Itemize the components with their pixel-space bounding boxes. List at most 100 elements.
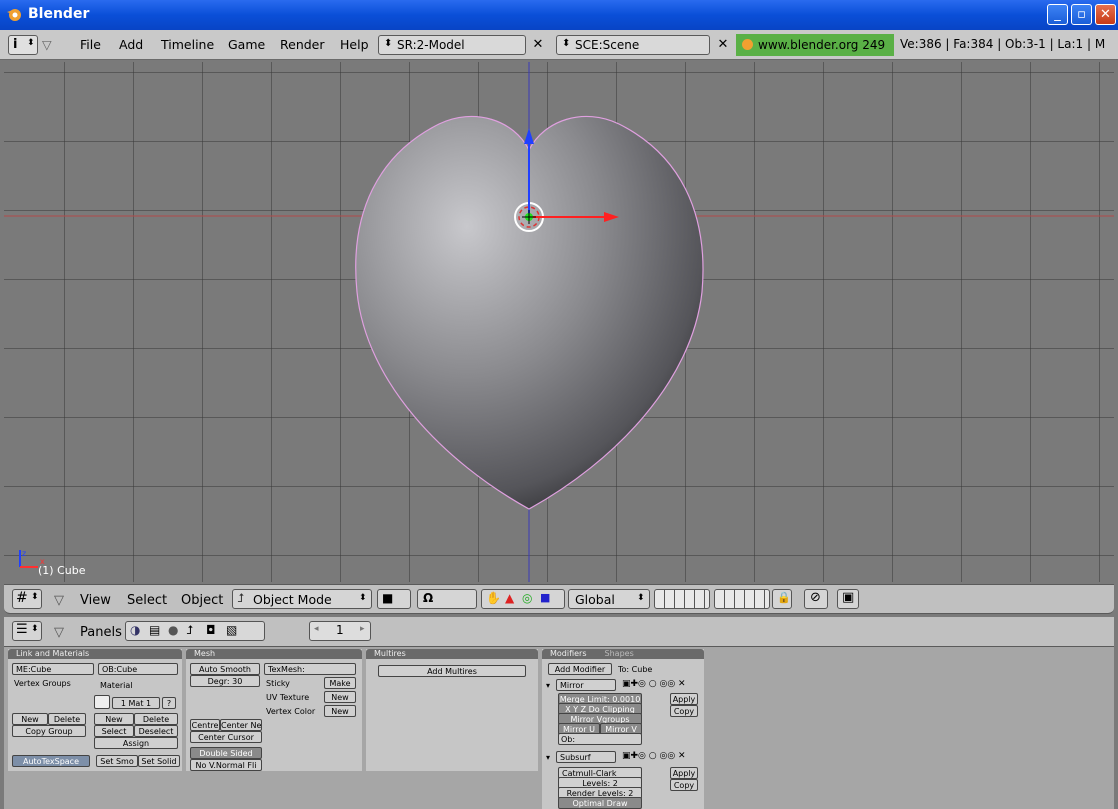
collapse-icon[interactable]: ▾ [546, 681, 550, 690]
material-query-button[interactable]: ? [162, 697, 176, 709]
scene-selector[interactable]: ⬍ SCE:Scene [556, 35, 710, 55]
render-view-button[interactable]: ▣ [837, 589, 859, 609]
material-index-field[interactable]: 1 Mat 1 [112, 697, 160, 709]
center-cursor-button[interactable]: Center Cursor [190, 731, 262, 743]
orientation-selector[interactable]: Global ⬍ [568, 589, 650, 609]
menu-select[interactable]: Select [127, 593, 167, 608]
modifier-toggles-icon[interactable]: ▣✚◎ ○ ◎◎ ✕ [622, 679, 686, 689]
3d-viewport[interactable]: z x (1) Cube [4, 62, 1114, 582]
scale-icon[interactable]: ■ [540, 591, 550, 604]
translate-icon[interactable]: ▲ [505, 591, 514, 605]
menu-help[interactable]: Help [340, 37, 369, 52]
material-select-button[interactable]: Select [94, 725, 134, 737]
mirror-copy-button[interactable]: Copy [670, 705, 698, 717]
autotexspace-toggle[interactable]: AutoTexSpace [12, 755, 90, 767]
tab-modifiers[interactable]: Modifiers [550, 649, 587, 659]
add-multires-button[interactable]: Add Multires [378, 665, 526, 677]
material-assign-button[interactable]: Assign [94, 737, 178, 749]
collapse-triangle-icon[interactable]: ▽ [54, 625, 64, 640]
uv-texture-new-button[interactable]: New [324, 691, 356, 703]
editor-type-menu[interactable]: i ⬍ [8, 35, 38, 55]
collapse-triangle-icon[interactable]: ▽ [42, 37, 52, 52]
layer-buttons-2[interactable] [714, 589, 770, 609]
decrement-icon[interactable]: ◂ [314, 624, 319, 634]
context-buttons[interactable]: ◑ ▤ ● ⮥ ◘ ▧ [125, 621, 265, 641]
increment-icon[interactable]: ▸ [360, 624, 365, 634]
delete-scene-button[interactable]: ✕ [714, 37, 732, 53]
mesh-datablock-field[interactable]: ME:Cube [12, 663, 94, 675]
tab-shapes[interactable]: Shapes [605, 649, 634, 659]
auto-smooth-toggle[interactable]: Auto Smooth [190, 663, 260, 675]
vertex-color-new-button[interactable]: New [324, 705, 356, 717]
script-icon[interactable]: ▤ [149, 623, 160, 637]
layer-buttons-1[interactable] [654, 589, 710, 609]
mirror-modifier-name[interactable]: Mirror [556, 679, 616, 691]
scene-name: SCE:Scene [575, 38, 640, 52]
window-title: Blender [28, 6, 90, 22]
centre-button[interactable]: Centre [190, 719, 220, 731]
vgroup-new-button[interactable]: New [12, 713, 48, 725]
mode-label: Object Mode [253, 592, 332, 607]
minimize-button[interactable]: _ [1047, 4, 1068, 25]
draw-type-menu[interactable]: ■ [377, 589, 411, 609]
link-button[interactable]: ⊘ [804, 589, 828, 609]
rotate-icon[interactable]: ◎ [522, 591, 532, 605]
subsurf-copy-button[interactable]: Copy [670, 779, 698, 791]
menu-timeline[interactable]: Timeline [161, 37, 214, 52]
copy-group-button[interactable]: Copy Group [12, 725, 86, 737]
hand-icon[interactable]: ✋ [486, 591, 501, 605]
editor-type-menu[interactable]: ☰ ⬍ [12, 621, 42, 641]
material-delete-button[interactable]: Delete [134, 713, 178, 725]
maximize-button[interactable]: ▫ [1071, 4, 1092, 25]
menu-view[interactable]: View [80, 593, 111, 608]
lock-button[interactable]: 🔒 [772, 589, 792, 609]
menu-render[interactable]: Render [280, 37, 325, 52]
pivot-icon: Ω [423, 591, 434, 605]
frame-field[interactable]: ◂ 1 ▸ [309, 621, 371, 641]
collapse-triangle-icon[interactable]: ▽ [54, 593, 64, 608]
manipulator-buttons[interactable]: ✋ ▲ ◎ ■ [481, 589, 565, 609]
material-deselect-button[interactable]: Deselect [134, 725, 178, 737]
website-link[interactable]: www.blender.org 249 [736, 34, 894, 56]
menu-file[interactable]: File [80, 37, 101, 52]
material-new-button[interactable]: New [94, 713, 134, 725]
set-solid-button[interactable]: Set Solid [138, 755, 180, 767]
object-icon[interactable]: ⮥ [186, 623, 193, 638]
close-button[interactable]: ✕ [1095, 4, 1116, 25]
menu-add[interactable]: Add [119, 37, 143, 52]
degree-field[interactable]: Degr: 30 [190, 675, 260, 687]
editing-icon[interactable]: ◘ [206, 623, 216, 637]
mode-selector[interactable]: ⮥ Object Mode ⬍ [232, 589, 372, 609]
center-new-button[interactable]: Center Ne [220, 719, 262, 731]
optimal-draw-toggle[interactable]: Optimal Draw [558, 797, 642, 809]
cube-icon: ■ [382, 591, 394, 605]
pivot-menu[interactable]: Ω [417, 589, 477, 609]
menu-game[interactable]: Game [228, 37, 265, 52]
modifier-toggles-icon[interactable]: ▣✚◎ ○ ◎◎ ✕ [622, 751, 686, 761]
updown-icon: ⬍ [31, 624, 39, 634]
object-name-field[interactable]: OB:Cube [98, 663, 178, 675]
mirror-object-field[interactable]: Ob: [558, 733, 642, 745]
mirror-apply-button[interactable]: Apply [670, 693, 698, 705]
logic-icon[interactable]: ◑ [130, 623, 140, 637]
menu-object[interactable]: Object [181, 593, 223, 608]
texmesh-field[interactable]: TexMesh: [264, 663, 356, 675]
double-sided-toggle[interactable]: Double Sided [190, 747, 262, 759]
collapse-icon[interactable]: ▾ [546, 753, 550, 762]
editor-type-menu[interactable]: # ⬍ [12, 589, 42, 609]
subsurf-apply-button[interactable]: Apply [670, 767, 698, 779]
screen-selector[interactable]: ⬍ SR:2-Model [378, 35, 526, 55]
scene-icon[interactable]: ▧ [226, 623, 237, 637]
panel-title: Link and Materials [8, 649, 182, 659]
material-color-swatch[interactable] [94, 695, 110, 709]
grid-icon: # [16, 590, 28, 606]
shading-icon[interactable]: ● [168, 623, 178, 637]
set-smooth-button[interactable]: Set Smo [96, 755, 138, 767]
add-modifier-button[interactable]: Add Modifier [548, 663, 612, 675]
vgroup-delete-button[interactable]: Delete [48, 713, 86, 725]
svg-text:z: z [22, 549, 26, 558]
delete-screen-button[interactable]: ✕ [529, 37, 547, 53]
subsurf-modifier-name[interactable]: Subsurf [556, 751, 616, 763]
sticky-make-button[interactable]: Make [324, 677, 356, 689]
no-vnormal-flip-toggle[interactable]: No V.Normal Fli [190, 759, 262, 771]
